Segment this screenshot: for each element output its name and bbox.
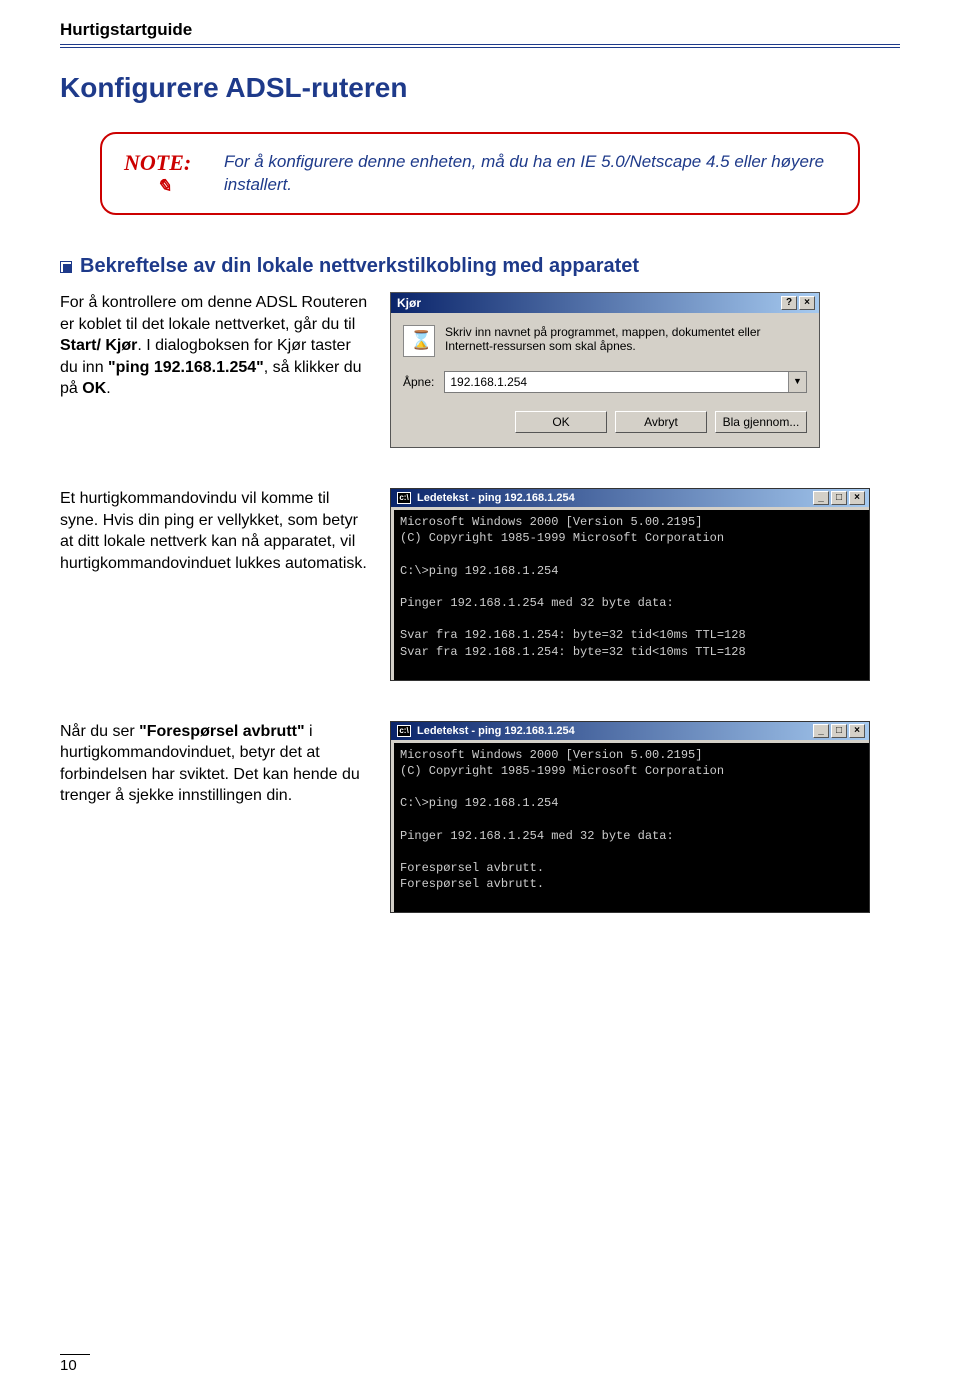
run-dialog: Kjør ? × Skriv inn navnet på programmet,…: [390, 292, 820, 448]
doc-header: Hurtigstartguide: [60, 20, 900, 44]
open-input[interactable]: [445, 372, 788, 392]
cmd2-title: Ledetekst - ping 192.168.1.254: [417, 725, 575, 737]
close-button[interactable]: ×: [849, 491, 865, 505]
cmd-window-fail: c:\ Ledetekst - ping 192.168.1.254 _ □ ×…: [390, 721, 870, 914]
run-program-icon: [403, 325, 435, 357]
ok-button[interactable]: OK: [515, 411, 607, 433]
cancel-button[interactable]: Avbryt: [615, 411, 707, 433]
paragraph-2: Et hurtigkommandovindu vil komme til syn…: [60, 488, 370, 681]
subsection-title: Bekreftelse av din lokale nettverkstilko…: [80, 255, 639, 278]
maximize-button[interactable]: □: [831, 724, 847, 738]
close-button[interactable]: ×: [849, 724, 865, 738]
cmd1-title: Ledetekst - ping 192.168.1.254: [417, 492, 575, 504]
run-dialog-titlebar: Kjør ? ×: [391, 293, 819, 313]
cmd1-output: Microsoft Windows 2000 [Version 5.00.219…: [391, 507, 869, 680]
open-input-wrap[interactable]: ▼: [444, 371, 807, 393]
section-title: Konfigurere ADSL-ruteren: [60, 72, 900, 104]
note-callout: NOTE: ✎ For å konfigurere denne enheten,…: [100, 132, 860, 215]
open-label: Åpne:: [403, 375, 434, 389]
help-button[interactable]: ?: [781, 296, 797, 310]
maximize-button[interactable]: □: [831, 491, 847, 505]
p1-b2: "ping 192.168.1.254": [108, 359, 264, 376]
minimize-button[interactable]: _: [813, 491, 829, 505]
pen-icon: ✎: [124, 176, 204, 197]
p1-b1: Start/ Kjør: [60, 337, 137, 354]
paragraph-1: For å kontrollere om denne ADSL Routeren…: [60, 292, 370, 448]
cmd-icon: c:\: [397, 492, 411, 504]
note-label: NOTE:: [124, 150, 191, 175]
note-icon: NOTE: ✎: [124, 150, 204, 197]
cmd2-output: Microsoft Windows 2000 [Version 5.00.219…: [391, 740, 869, 913]
p1-t1: For å kontrollere om denne ADSL Routeren…: [60, 294, 367, 333]
subsection-header: Bekreftelse av din lokale nettverkstilko…: [60, 255, 900, 278]
run-dialog-title: Kjør: [397, 296, 421, 310]
browse-button[interactable]: Bla gjennom...: [715, 411, 807, 433]
paragraph-3: Når du ser "Forespørsel avbrutt" i hurti…: [60, 721, 370, 914]
p1-b3: OK: [82, 380, 106, 397]
p3-t1: Når du ser: [60, 723, 139, 740]
note-text: For å konfigurere denne enheten, må du h…: [224, 151, 836, 197]
header-rule: [60, 44, 900, 48]
cmd-window-success: c:\ Ledetekst - ping 192.168.1.254 _ □ ×…: [390, 488, 870, 681]
minimize-button[interactable]: _: [813, 724, 829, 738]
dropdown-icon[interactable]: ▼: [788, 372, 806, 392]
run-dialog-description: Skriv inn navnet på programmet, mappen, …: [445, 325, 807, 357]
cmd-icon: c:\: [397, 725, 411, 737]
page-number: 10: [60, 1354, 90, 1374]
close-button[interactable]: ×: [799, 296, 815, 310]
p1-t4: .: [106, 380, 110, 397]
p3-b1: "Forespørsel avbrutt": [139, 723, 304, 740]
